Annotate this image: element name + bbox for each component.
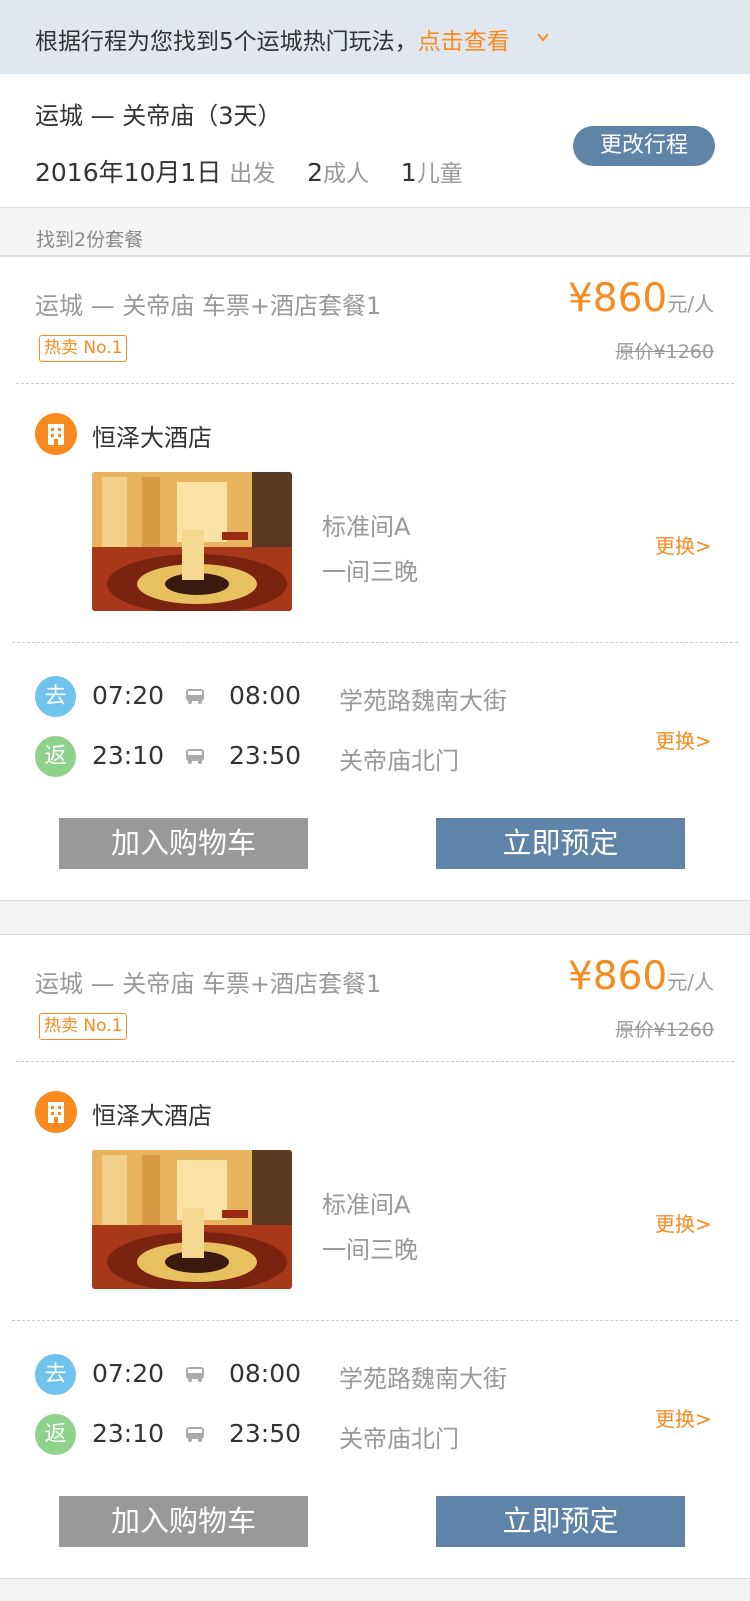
banner-text: 根据行程为您找到5个运城热门玩法， <box>35 29 418 55</box>
return-badge: 返 <box>35 736 76 777</box>
divider <box>12 1320 738 1321</box>
route-summary: 运城 — 关帝庙（3天） 2016年10月1日 出发 2成人 1儿童 更改行程 <box>0 74 750 208</box>
outbound-place: 学苑路魏南大街 <box>339 1365 507 1393</box>
return-depart-time: 23:10 <box>92 1419 165 1448</box>
hot-sale-badge: 热卖 No.1 <box>39 335 128 362</box>
price-value: ¥860 <box>567 954 668 999</box>
package-title: 运城 — 关帝庙 车票+酒店套餐1 <box>35 970 382 998</box>
chevron-down-icon[interactable] <box>537 31 549 43</box>
outbound-depart-time: 07:20 <box>92 681 165 710</box>
original-price: 原价¥1260 <box>615 1019 714 1041</box>
divider <box>16 383 734 384</box>
outbound-badge: 去 <box>35 676 76 717</box>
hotel-name: 恒泽大酒店 <box>92 1102 212 1130</box>
route-title: 运城 — 关帝庙（3天） <box>35 102 282 130</box>
hotel-photo[interactable] <box>92 1150 292 1289</box>
package-price: ¥860元/人 <box>568 276 714 321</box>
outbound-arrive-time: 08:00 <box>229 1359 302 1388</box>
depart-label: 出发 <box>229 161 276 187</box>
return-trip: 返 23:10 23:50 关帝庙北门 <box>0 1413 750 1457</box>
outbound-arrive-time: 08:00 <box>229 681 302 710</box>
swap-trip-link[interactable]: 更换> <box>655 1403 712 1432</box>
trip-details: 2016年10月1日 出发 2成人 1儿童 <box>35 153 463 189</box>
hotel-name: 恒泽大酒店 <box>92 424 212 452</box>
add-to-cart-button[interactable]: 加入购物车 <box>59 818 308 869</box>
package-title: 运城 — 关帝庙 车票+酒店套餐1 <box>35 292 382 320</box>
children-count: 1 <box>400 158 417 187</box>
hotel-photo[interactable] <box>92 472 292 611</box>
recommendation-banner[interactable]: 根据行程为您找到5个运城热门玩法，点击查看 <box>0 0 750 74</box>
bus-icon <box>186 749 204 764</box>
adults-count: 2 <box>307 158 323 187</box>
banner-message: 根据行程为您找到5个运城热门玩法，点击查看 <box>35 22 510 56</box>
original-price: 原价¥1260 <box>615 341 714 363</box>
return-place: 关帝庙北门 <box>339 747 459 775</box>
swap-hotel-link[interactable]: 更换> <box>655 1208 712 1237</box>
hotel-building-icon <box>35 1091 77 1133</box>
results-count-bar: 找到2份套餐 <box>0 216 750 256</box>
divider <box>12 642 738 643</box>
hot-sale-badge: 热卖 No.1 <box>39 1013 128 1040</box>
change-itinerary-button[interactable]: 更改行程 <box>573 126 715 166</box>
return-depart-time: 23:10 <box>92 741 165 770</box>
room-type: 标准间A <box>322 513 411 541</box>
package-price: ¥860元/人 <box>568 954 714 999</box>
outbound-badge: 去 <box>35 1354 76 1395</box>
room-nights: 一间三晚 <box>322 1236 418 1264</box>
swap-hotel-link[interactable]: 更换> <box>655 530 712 559</box>
swap-trip-link[interactable]: 更换> <box>655 725 712 754</box>
add-to-cart-button[interactable]: 加入购物车 <box>59 1496 308 1547</box>
package-card: 运城 — 关帝庙 车票+酒店套餐1 热卖 No.1 ¥860元/人 原价¥126… <box>0 256 750 901</box>
package-card: 运城 — 关帝庙 车票+酒店套餐1 热卖 No.1 ¥860元/人 原价¥126… <box>0 934 750 1579</box>
results-count: 找到2份套餐 <box>36 229 144 251</box>
return-trip: 返 23:10 23:50 关帝庙北门 <box>0 735 750 779</box>
book-now-button[interactable]: 立即预定 <box>436 818 685 869</box>
children-label: 儿童 <box>416 161 463 187</box>
trip-date: 2016年10月1日 <box>35 158 222 187</box>
room-type: 标准间A <box>322 1191 411 1219</box>
bus-icon <box>186 1367 204 1382</box>
room-nights: 一间三晚 <box>322 558 418 586</box>
outbound-trip: 去 07:20 08:00 学苑路魏南大街 <box>0 1353 750 1397</box>
book-now-button[interactable]: 立即预定 <box>436 1496 685 1547</box>
price-unit: 元/人 <box>667 970 714 994</box>
view-more-link[interactable]: 点击查看 <box>418 29 510 55</box>
bus-icon <box>186 689 204 704</box>
return-place: 关帝庙北门 <box>339 1425 459 1453</box>
return-badge: 返 <box>35 1414 76 1455</box>
adults-label: 成人 <box>323 161 369 187</box>
bus-icon <box>186 1427 204 1442</box>
outbound-place: 学苑路魏南大街 <box>339 687 507 715</box>
outbound-depart-time: 07:20 <box>92 1359 165 1388</box>
divider <box>16 1061 734 1062</box>
return-arrive-time: 23:50 <box>229 1419 302 1448</box>
price-value: ¥860 <box>567 276 668 321</box>
price-unit: 元/人 <box>667 292 714 316</box>
hotel-building-icon <box>35 413 77 455</box>
return-arrive-time: 23:50 <box>229 741 302 770</box>
outbound-trip: 去 07:20 08:00 学苑路魏南大街 <box>0 675 750 719</box>
